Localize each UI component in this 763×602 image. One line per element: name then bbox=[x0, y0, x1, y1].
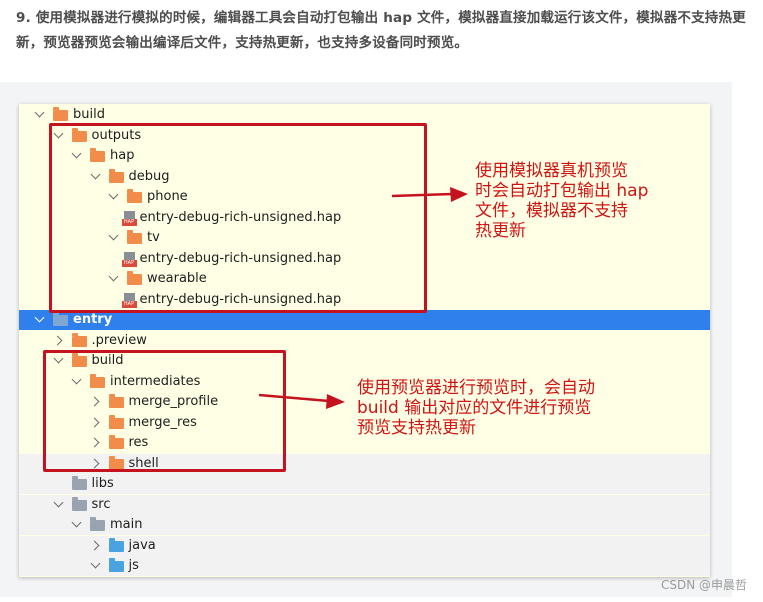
build-highlight-box bbox=[43, 350, 286, 472]
arrow-to-outputs bbox=[390, 186, 470, 206]
tree-row-selected[interactable]: entry bbox=[19, 310, 710, 330]
tree-row[interactable]: libs bbox=[19, 474, 710, 494]
tree-row[interactable]: main bbox=[19, 515, 710, 535]
tree-row-label: java bbox=[129, 536, 156, 556]
simulator-note: 使用模拟器真机预览 时会自动打包输出 hap 文件，模拟器不支持 热更新 bbox=[475, 161, 648, 241]
note-line: 时会自动打包输出 hap bbox=[475, 181, 648, 201]
preview-note: 使用预览器进行预览时，会自动 build 输出对应的文件进行预览 预览支持热更新 bbox=[357, 378, 595, 438]
outputs-highlight-box bbox=[49, 123, 427, 313]
tree-row-label: entry bbox=[73, 310, 112, 330]
intro-paragraph: 9. 使用模拟器进行模拟的时候，编辑器工具会自动打包输出 hap 文件，模拟器直… bbox=[16, 6, 761, 56]
note-line: 文件，模拟器不支持 bbox=[475, 201, 648, 221]
gray-folder-icon bbox=[72, 500, 87, 511]
note-line: 使用模拟器真机预览 bbox=[475, 161, 648, 181]
gray-folder-icon bbox=[72, 479, 87, 490]
blue-folder-icon bbox=[109, 541, 124, 552]
watermark: CSDN @申晨哲 bbox=[661, 576, 747, 593]
chevron-down-icon[interactable] bbox=[53, 497, 63, 507]
note-line: 预览支持热更新 bbox=[357, 418, 595, 438]
note-line: 热更新 bbox=[475, 221, 648, 241]
tree-row-label: js bbox=[129, 556, 139, 576]
tree-row[interactable]: src bbox=[19, 495, 710, 515]
tree-row[interactable]: java bbox=[19, 536, 710, 556]
note-line: build 输出对应的文件进行预览 bbox=[357, 398, 595, 418]
tree-row-label: build bbox=[73, 105, 105, 125]
folder-icon bbox=[72, 336, 87, 347]
gray-folder-icon bbox=[90, 520, 105, 531]
tree-row[interactable]: js bbox=[19, 556, 710, 576]
tree-row-label: main bbox=[110, 515, 142, 535]
chevron-down-icon[interactable] bbox=[72, 518, 82, 528]
chevron-right-icon[interactable] bbox=[52, 335, 62, 345]
tree-row-label: libs bbox=[92, 474, 114, 494]
arrow-to-build bbox=[257, 391, 347, 411]
tree-row-label: src bbox=[92, 495, 111, 515]
tree-row[interactable]: .preview bbox=[19, 331, 710, 351]
folder-icon bbox=[53, 110, 68, 121]
tree-row-label: .preview bbox=[92, 331, 147, 351]
tree-row[interactable]: build bbox=[19, 105, 710, 125]
chevron-down-icon[interactable] bbox=[90, 559, 100, 569]
chevron-down-icon[interactable] bbox=[35, 313, 45, 323]
blue-folder-icon bbox=[109, 561, 124, 572]
chevron-down-icon[interactable] bbox=[35, 108, 45, 118]
note-line: 使用预览器进行预览时，会自动 bbox=[357, 378, 595, 398]
chevron-right-icon[interactable] bbox=[89, 540, 99, 550]
module-folder-icon bbox=[53, 315, 68, 326]
